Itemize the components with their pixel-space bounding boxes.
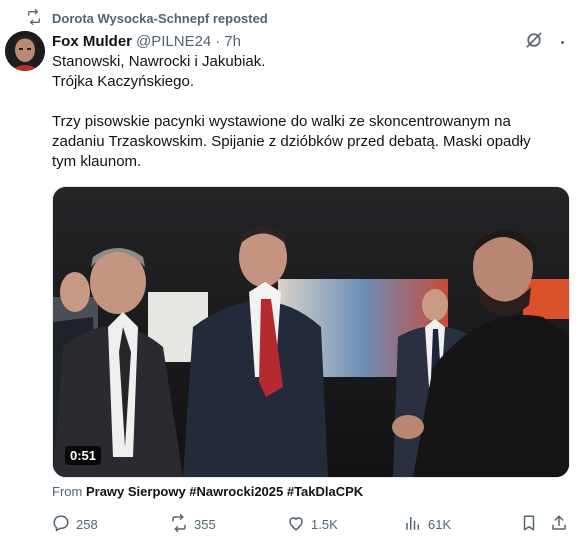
- reply-icon: [52, 514, 70, 535]
- grok-icon: [524, 30, 544, 55]
- retweet-count: 355: [194, 516, 216, 532]
- bookmark-button[interactable]: [520, 512, 538, 536]
- repost-icon: [26, 8, 42, 28]
- post-text-line: zadaniu Trzaskowskim. Spijanie z dzióbkó…: [52, 133, 531, 150]
- share-icon: [550, 514, 568, 535]
- action-bar: 258 355 1.5K 61K: [52, 512, 572, 536]
- share-button[interactable]: [550, 512, 568, 536]
- more-icon: [560, 40, 564, 44]
- repost-label: Dorota Wysocka-Schnepf reposted: [52, 10, 268, 26]
- video-player[interactable]: 0:51: [52, 186, 570, 478]
- like-button[interactable]: 1.5K: [287, 512, 338, 536]
- post-header: Fox Mulder @PILNE24 · 7h: [52, 31, 241, 51]
- post-time[interactable]: 7h: [224, 33, 241, 50]
- grok-button[interactable]: [523, 31, 545, 53]
- video-duration: 0:51: [65, 446, 102, 465]
- views-button[interactable]: 61K: [404, 512, 451, 536]
- reply-button[interactable]: 258: [52, 512, 98, 536]
- reply-count: 258: [76, 516, 98, 532]
- views-count: 61K: [428, 516, 452, 532]
- post-text-line: Trzy pisowskie pacynki wystawione do wal…: [52, 113, 511, 130]
- from-prefix: From: [52, 484, 83, 499]
- more-button[interactable]: [553, 33, 571, 51]
- like-icon: [287, 514, 305, 535]
- avatar[interactable]: [5, 31, 45, 71]
- bookmark-icon: [520, 514, 538, 535]
- video-source: From Prawy Sierpowy #Nawrocki2025 #TakDl…: [52, 484, 363, 499]
- post-text-line: Trójka Kaczyńskiego.: [52, 73, 195, 90]
- views-icon: [404, 514, 422, 535]
- retweet-icon: [170, 513, 188, 535]
- like-count: 1.5K: [311, 516, 338, 532]
- author-handle[interactable]: @PILNE24: [136, 33, 211, 50]
- repost-indicator[interactable]: Dorota Wysocka-Schnepf reposted: [26, 8, 268, 28]
- author-name[interactable]: Fox Mulder: [52, 33, 132, 50]
- from-source-link[interactable]: Prawy Sierpowy #Nawrocki2025 #TakDlaCPK: [86, 484, 363, 499]
- post-text-line: Stanowski, Nawrocki i Jakubiak.: [52, 53, 266, 70]
- post-text: Stanowski, Nawrocki i Jakubiak. Trójka K…: [52, 52, 567, 172]
- video-frame: [53, 187, 569, 477]
- retweet-button[interactable]: 355: [170, 512, 216, 536]
- separator-dot: ·: [215, 32, 221, 50]
- post-text-line: tym klaunom.: [52, 153, 142, 170]
